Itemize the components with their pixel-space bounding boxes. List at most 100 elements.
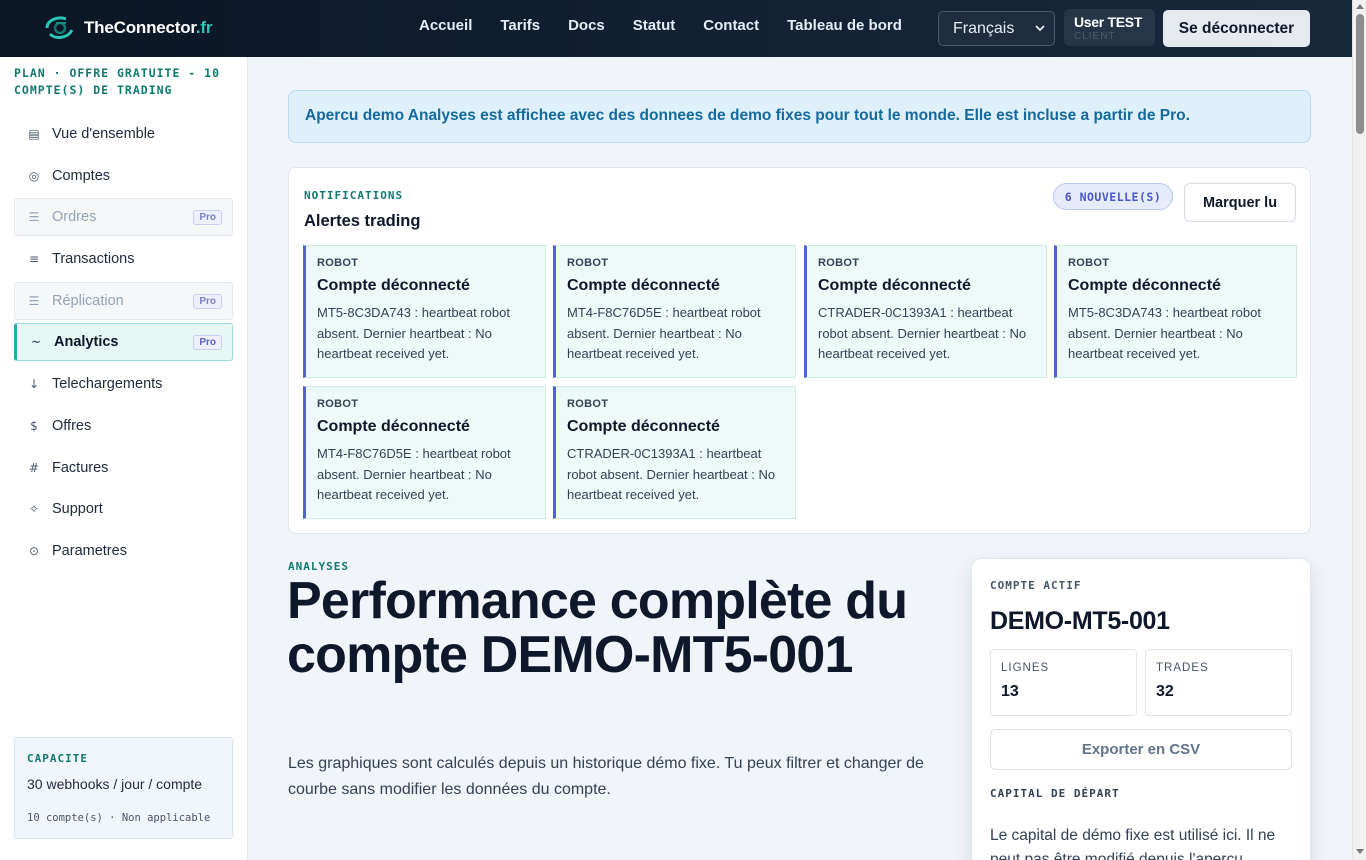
- alert-tag: ROBOT: [567, 257, 609, 269]
- page-title: Performance complète du compte DEMO-MT5-…: [287, 572, 908, 684]
- alert-card[interactable]: ROBOT Compte déconnecté CTRADER-0C1393A1 :…: [804, 245, 1047, 378]
- download-icon: ↓: [28, 377, 40, 392]
- sidebar-item-label: Analytics: [54, 334, 119, 351]
- alert-tag: ROBOT: [567, 398, 609, 410]
- main-nav: Accueil Tarifs Docs Statut Contact Table…: [405, 0, 916, 50]
- language-select[interactable]: Français: [938, 11, 1055, 46]
- notifications-title: Alertes trading: [304, 212, 421, 230]
- lines-label: LIGNES: [1001, 662, 1050, 674]
- mark-read-button[interactable]: Marquer lu: [1184, 183, 1296, 222]
- scroll-up-arrow-icon[interactable]: [1356, 4, 1364, 9]
- alert-tag: ROBOT: [1068, 257, 1110, 269]
- logout-button[interactable]: Se déconnecter: [1163, 10, 1310, 47]
- analytics-icon: ~: [30, 335, 42, 350]
- pro-badge: Pro: [193, 210, 222, 226]
- lines-value: 13: [1001, 683, 1019, 700]
- lines-stat: LIGNES 13: [990, 649, 1137, 716]
- alert-card[interactable]: ROBOT Compte déconnecté MT5-8C3DA743 : hea…: [303, 245, 546, 378]
- nav-link-contact[interactable]: Contact: [689, 17, 773, 34]
- demo-banner: Apercu demo Analyses est affichee avec d…: [288, 90, 1311, 143]
- brand-name: TheConnector.fr: [84, 18, 213, 37]
- alert-title: Compte déconnecté: [1068, 277, 1221, 294]
- alert-card[interactable]: ROBOT Compte déconnecté MT4-F8C76D5E : hea…: [303, 386, 546, 519]
- notifications-kicker: NOTIFICATIONS: [304, 189, 404, 202]
- alert-body: MT4-F8C76D5E : heartbeat robot absent. D…: [317, 446, 511, 502]
- scroll-thumb[interactable]: [1356, 14, 1364, 134]
- sidebar-nav: ▤ Vue d'ensemble ◎ Comptes ☰ Ordres Pro ≡ Transa…: [14, 115, 233, 574]
- sidebar-item-comptes[interactable]: ◎ Comptes: [14, 157, 233, 195]
- active-account-kicker: COMPTE ACTIF: [990, 579, 1082, 592]
- sidebar-item-label: Parametres: [52, 542, 127, 559]
- trades-stat: TRADES 32: [1145, 649, 1292, 716]
- sidebar-item-offres[interactable]: $ Offres: [14, 407, 233, 445]
- sidebar-item-r-plication[interactable]: ☰ Réplication Pro: [14, 281, 233, 320]
- user-role: CLIENT: [1074, 31, 1116, 42]
- alert-tag: ROBOT: [317, 398, 359, 410]
- alert-body: MT5-8C3DA743 : heartbeat robot absent. D…: [1068, 305, 1261, 361]
- orders-icon: ☰: [28, 210, 40, 225]
- alert-tag: ROBOT: [818, 257, 860, 269]
- chevron-down-icon: [1035, 25, 1045, 32]
- sidebar-item-factures[interactable]: # Factures: [14, 449, 233, 487]
- sidebar-item-label: Offres: [52, 417, 92, 434]
- accounts-icon: ◎: [28, 168, 40, 183]
- nav-link-dashboard[interactable]: Tableau de bord: [773, 17, 916, 34]
- alert-body: MT4-F8C76D5E : heartbeat robot absent. D…: [567, 305, 761, 361]
- capacity-line: 30 webhooks / jour / compte: [27, 776, 203, 792]
- user-menu[interactable]: User TEST CLIENT: [1064, 9, 1155, 46]
- user-name: User TEST: [1074, 14, 1143, 30]
- alert-card[interactable]: ROBOT Compte déconnecté MT5-8C3DA743 : hea…: [1054, 245, 1297, 378]
- connector-logo-icon: [45, 16, 74, 39]
- sidebar-item-support[interactable]: ✧ Support: [14, 490, 233, 528]
- page-scrollbar[interactable]: [1352, 0, 1366, 860]
- pro-badge: Pro: [193, 335, 222, 351]
- nav-link-accueil[interactable]: Accueil: [405, 17, 486, 34]
- new-count-badge: 6 NOUVELLE(S): [1053, 183, 1173, 210]
- sidebar-item-label: Transactions: [52, 251, 135, 268]
- sidebar-item-analytics[interactable]: ~ Analytics Pro: [14, 323, 233, 362]
- sidebar-item-label: Ordres: [52, 209, 97, 226]
- alert-body: MT5-8C3DA743 : heartbeat robot absent. D…: [317, 305, 510, 361]
- alert-title: Compte déconnecté: [567, 418, 720, 435]
- alert-title: Compte déconnecté: [317, 277, 470, 294]
- sidebar-item-label: Factures: [52, 459, 109, 476]
- replication-icon: ☰: [28, 293, 40, 308]
- alert-body: CTRADER-0C1393A1 : heartbeat robot absen…: [818, 305, 1027, 361]
- sidebar-item-label: Comptes: [52, 167, 111, 184]
- sidebar-item-label: Support: [52, 501, 103, 518]
- alert-card[interactable]: ROBOT Compte déconnecté MT4-F8C76D5E : hea…: [553, 245, 796, 378]
- plan-label: PLAN · OFFRE GRATUITE - 10 COMPTE(S) DE …: [14, 66, 221, 97]
- nav-link-statut[interactable]: Statut: [619, 17, 690, 34]
- active-account-card: COMPTE ACTIF DEMO-MT5-001 LIGNES 13 TRAD…: [971, 558, 1311, 860]
- scroll-down-arrow-icon[interactable]: [1356, 849, 1364, 854]
- settings-icon: ⊙: [28, 543, 40, 558]
- alert-card[interactable]: ROBOT Compte déconnecté CTRADER-0C1393A1 :…: [553, 386, 796, 519]
- sidebar-item-vue-d-ensemble[interactable]: ▤ Vue d'ensemble: [14, 115, 233, 153]
- sidebar-item-transactions[interactable]: ≡ Transactions: [14, 240, 233, 278]
- sidebar-item-telechargements[interactable]: ↓ Telechargements: [14, 365, 233, 403]
- dollar-icon: $: [30, 418, 38, 433]
- language-value: Français: [953, 19, 1015, 37]
- page-subtitle: Les graphiques sont calculés depuis un h…: [288, 755, 924, 798]
- nav-link-tarifs[interactable]: Tarifs: [486, 17, 554, 34]
- active-account-id: DEMO-MT5-001: [990, 607, 1170, 635]
- sidebar-item-parametres[interactable]: ⊙ Parametres: [14, 532, 233, 570]
- export-csv-button[interactable]: Exporter en CSV: [990, 729, 1292, 770]
- trades-label: TRADES: [1156, 662, 1209, 674]
- sidebar: PLAN · OFFRE GRATUITE - 10 COMPTE(S) DE …: [0, 57, 248, 860]
- capacity-card: CAPACITE 30 webhooks / jour / compte 10 …: [14, 737, 233, 839]
- alert-title: Compte déconnecté: [317, 418, 470, 435]
- sidebar-item-label: Réplication: [52, 292, 124, 309]
- starting-capital-kicker: CAPITAL DE DÉPART: [990, 787, 1120, 800]
- starting-capital-text: Le capital de démo fixe est utilisé ici.…: [990, 827, 1276, 860]
- alert-title: Compte déconnecté: [818, 277, 971, 294]
- notifications-panel: NOTIFICATIONS Alertes trading 6 NOUVELLE…: [288, 167, 1311, 534]
- transactions-icon: ≡: [28, 252, 40, 267]
- sidebar-item-ordres[interactable]: ☰ Ordres Pro: [14, 198, 233, 237]
- capacity-title: CAPACITE: [27, 752, 88, 765]
- brand-logo[interactable]: TheConnector.fr: [42, 14, 213, 42]
- nav-link-docs[interactable]: Docs: [554, 17, 619, 34]
- grid-icon: ▤: [28, 127, 40, 141]
- top-navigation: TheConnector.fr Accueil Tarifs Docs Stat…: [0, 0, 1352, 57]
- alert-title: Compte déconnecté: [567, 277, 720, 294]
